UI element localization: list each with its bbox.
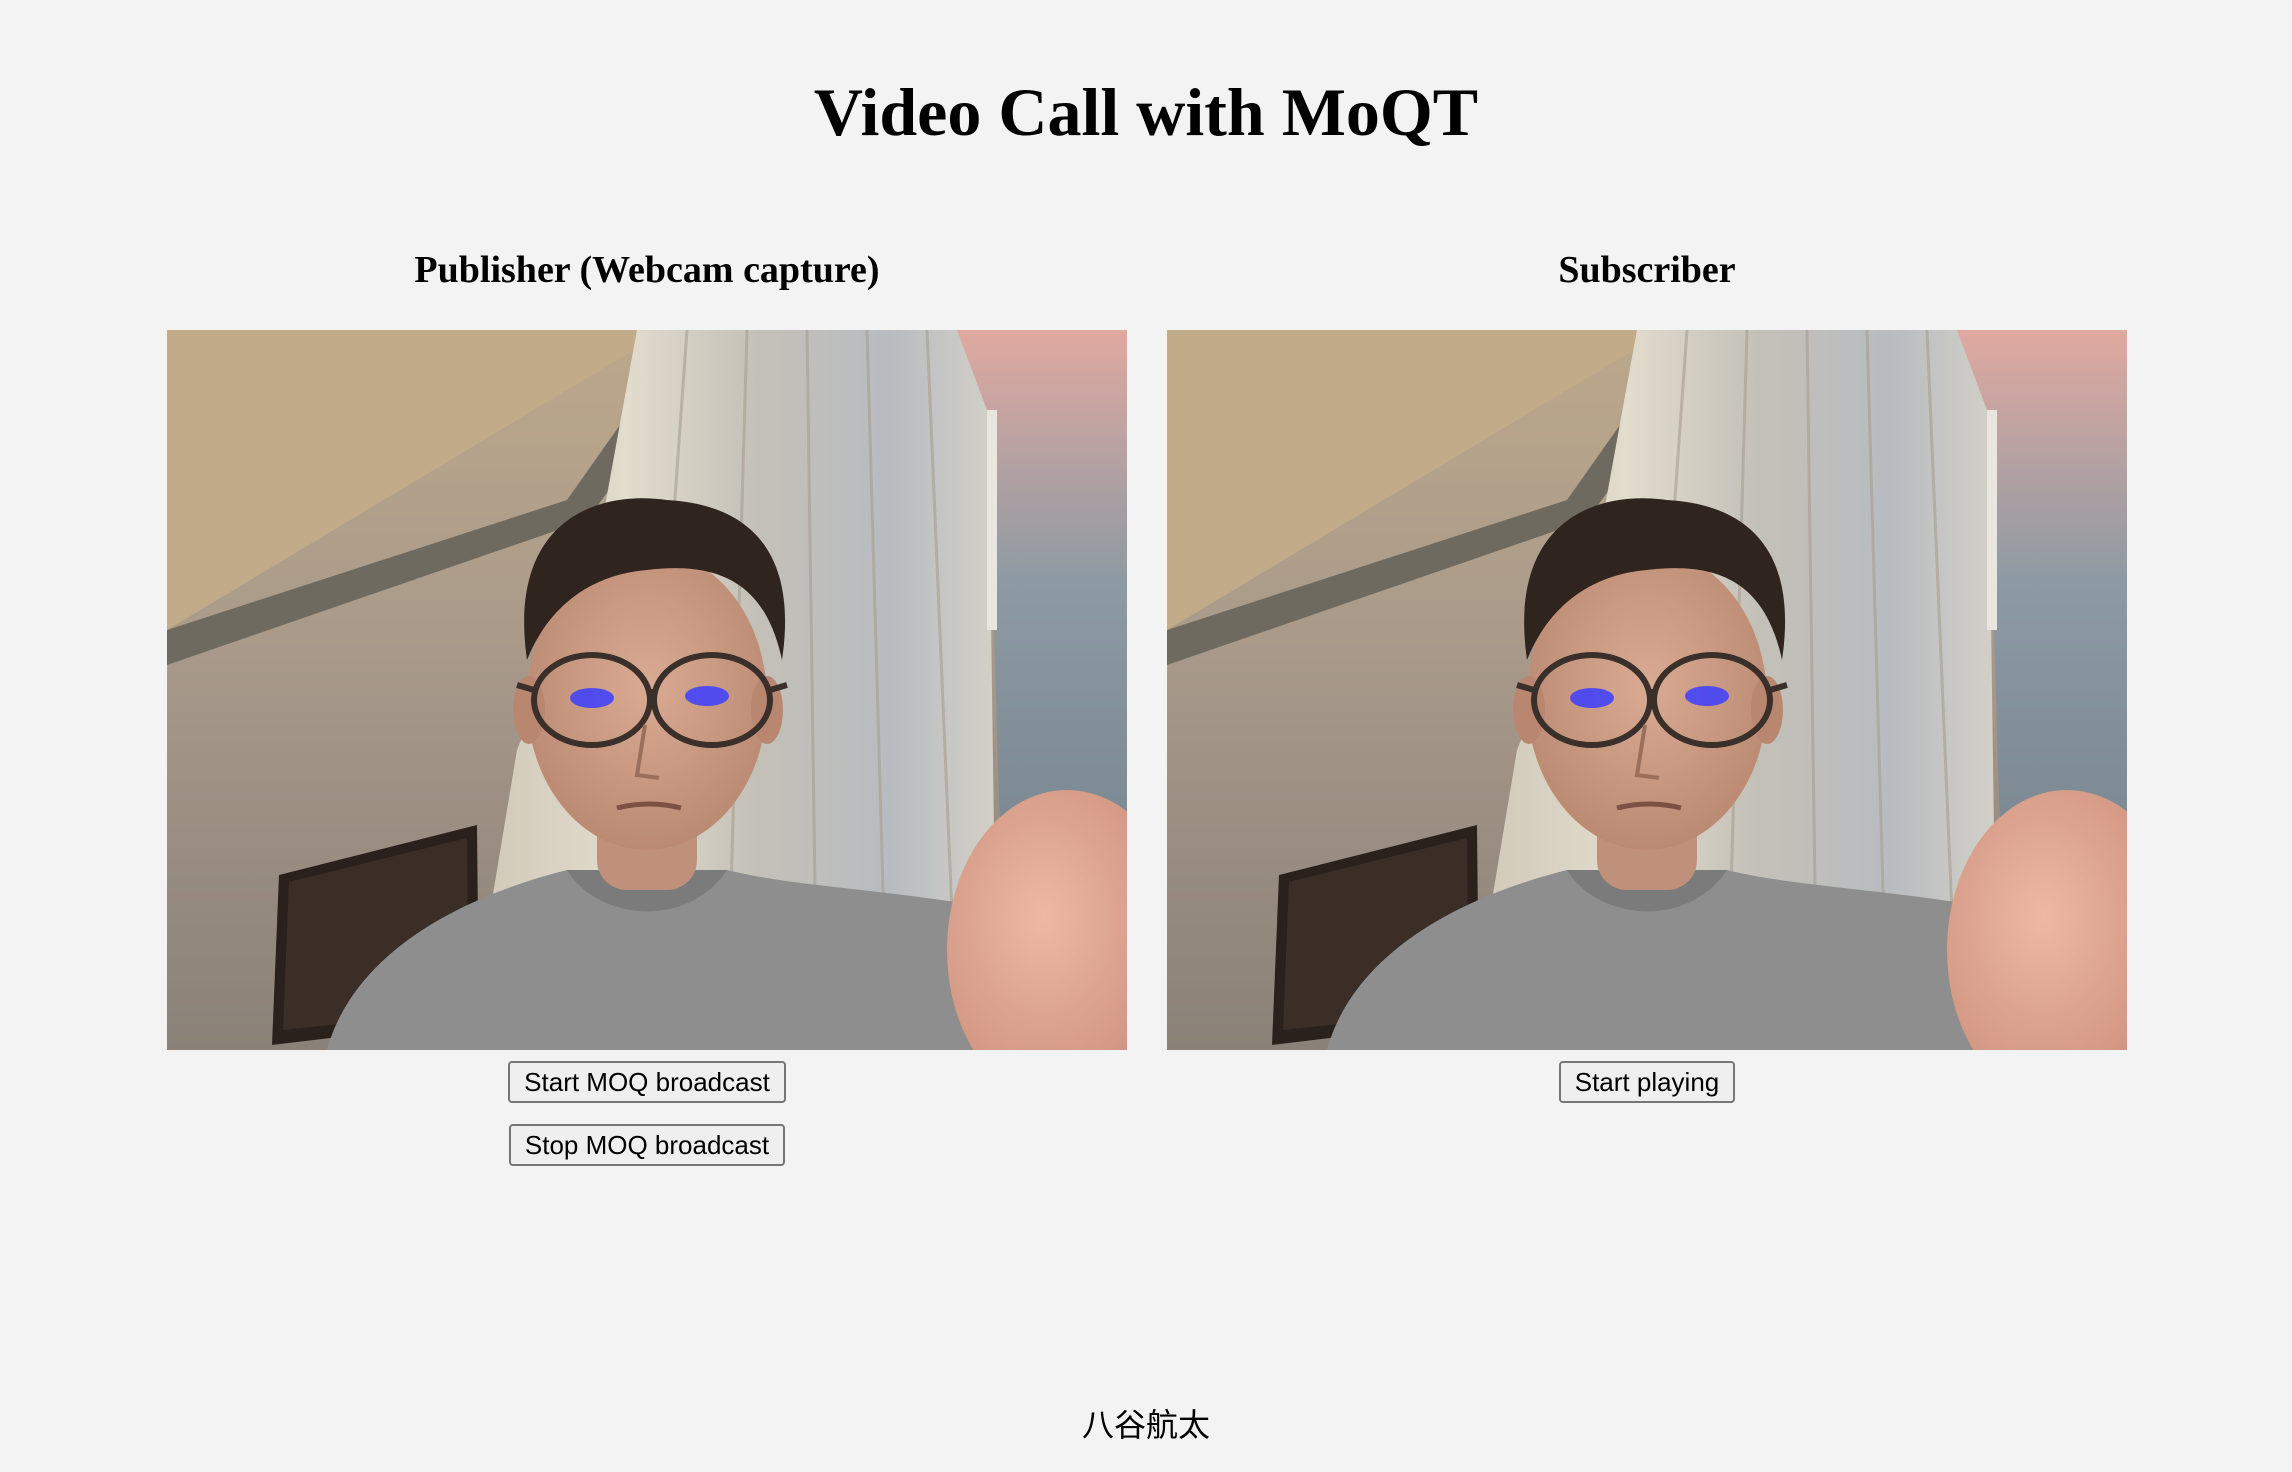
start-playing-button[interactable]: Start playing <box>1558 1061 1736 1103</box>
webcam-frame-image <box>167 330 1127 1050</box>
footer-author-name: 八谷航太 <box>1081 1407 1210 1443</box>
subscriber-controls: Start playing <box>1167 1061 2127 1124</box>
stop-broadcast-button[interactable]: Stop MOQ broadcast <box>508 1124 786 1166</box>
publisher-video <box>167 330 1127 1050</box>
publisher-heading: Publisher (Webcam capture) <box>414 249 880 291</box>
publisher-controls: Start MOQ broadcast Stop MOQ broadcast <box>167 1061 1127 1187</box>
page-title: Video Call with MoQT <box>813 74 1479 150</box>
publisher-panel: Publisher (Webcam capture) Start MOQ bro… <box>167 236 1127 1187</box>
subscriber-panel: Subscriber Start playing <box>1167 236 2127 1124</box>
received-frame-image <box>1167 330 2127 1050</box>
start-broadcast-button[interactable]: Start MOQ broadcast <box>508 1061 786 1103</box>
subscriber-video <box>1167 330 2127 1050</box>
subscriber-heading: Subscriber <box>1558 249 1736 291</box>
